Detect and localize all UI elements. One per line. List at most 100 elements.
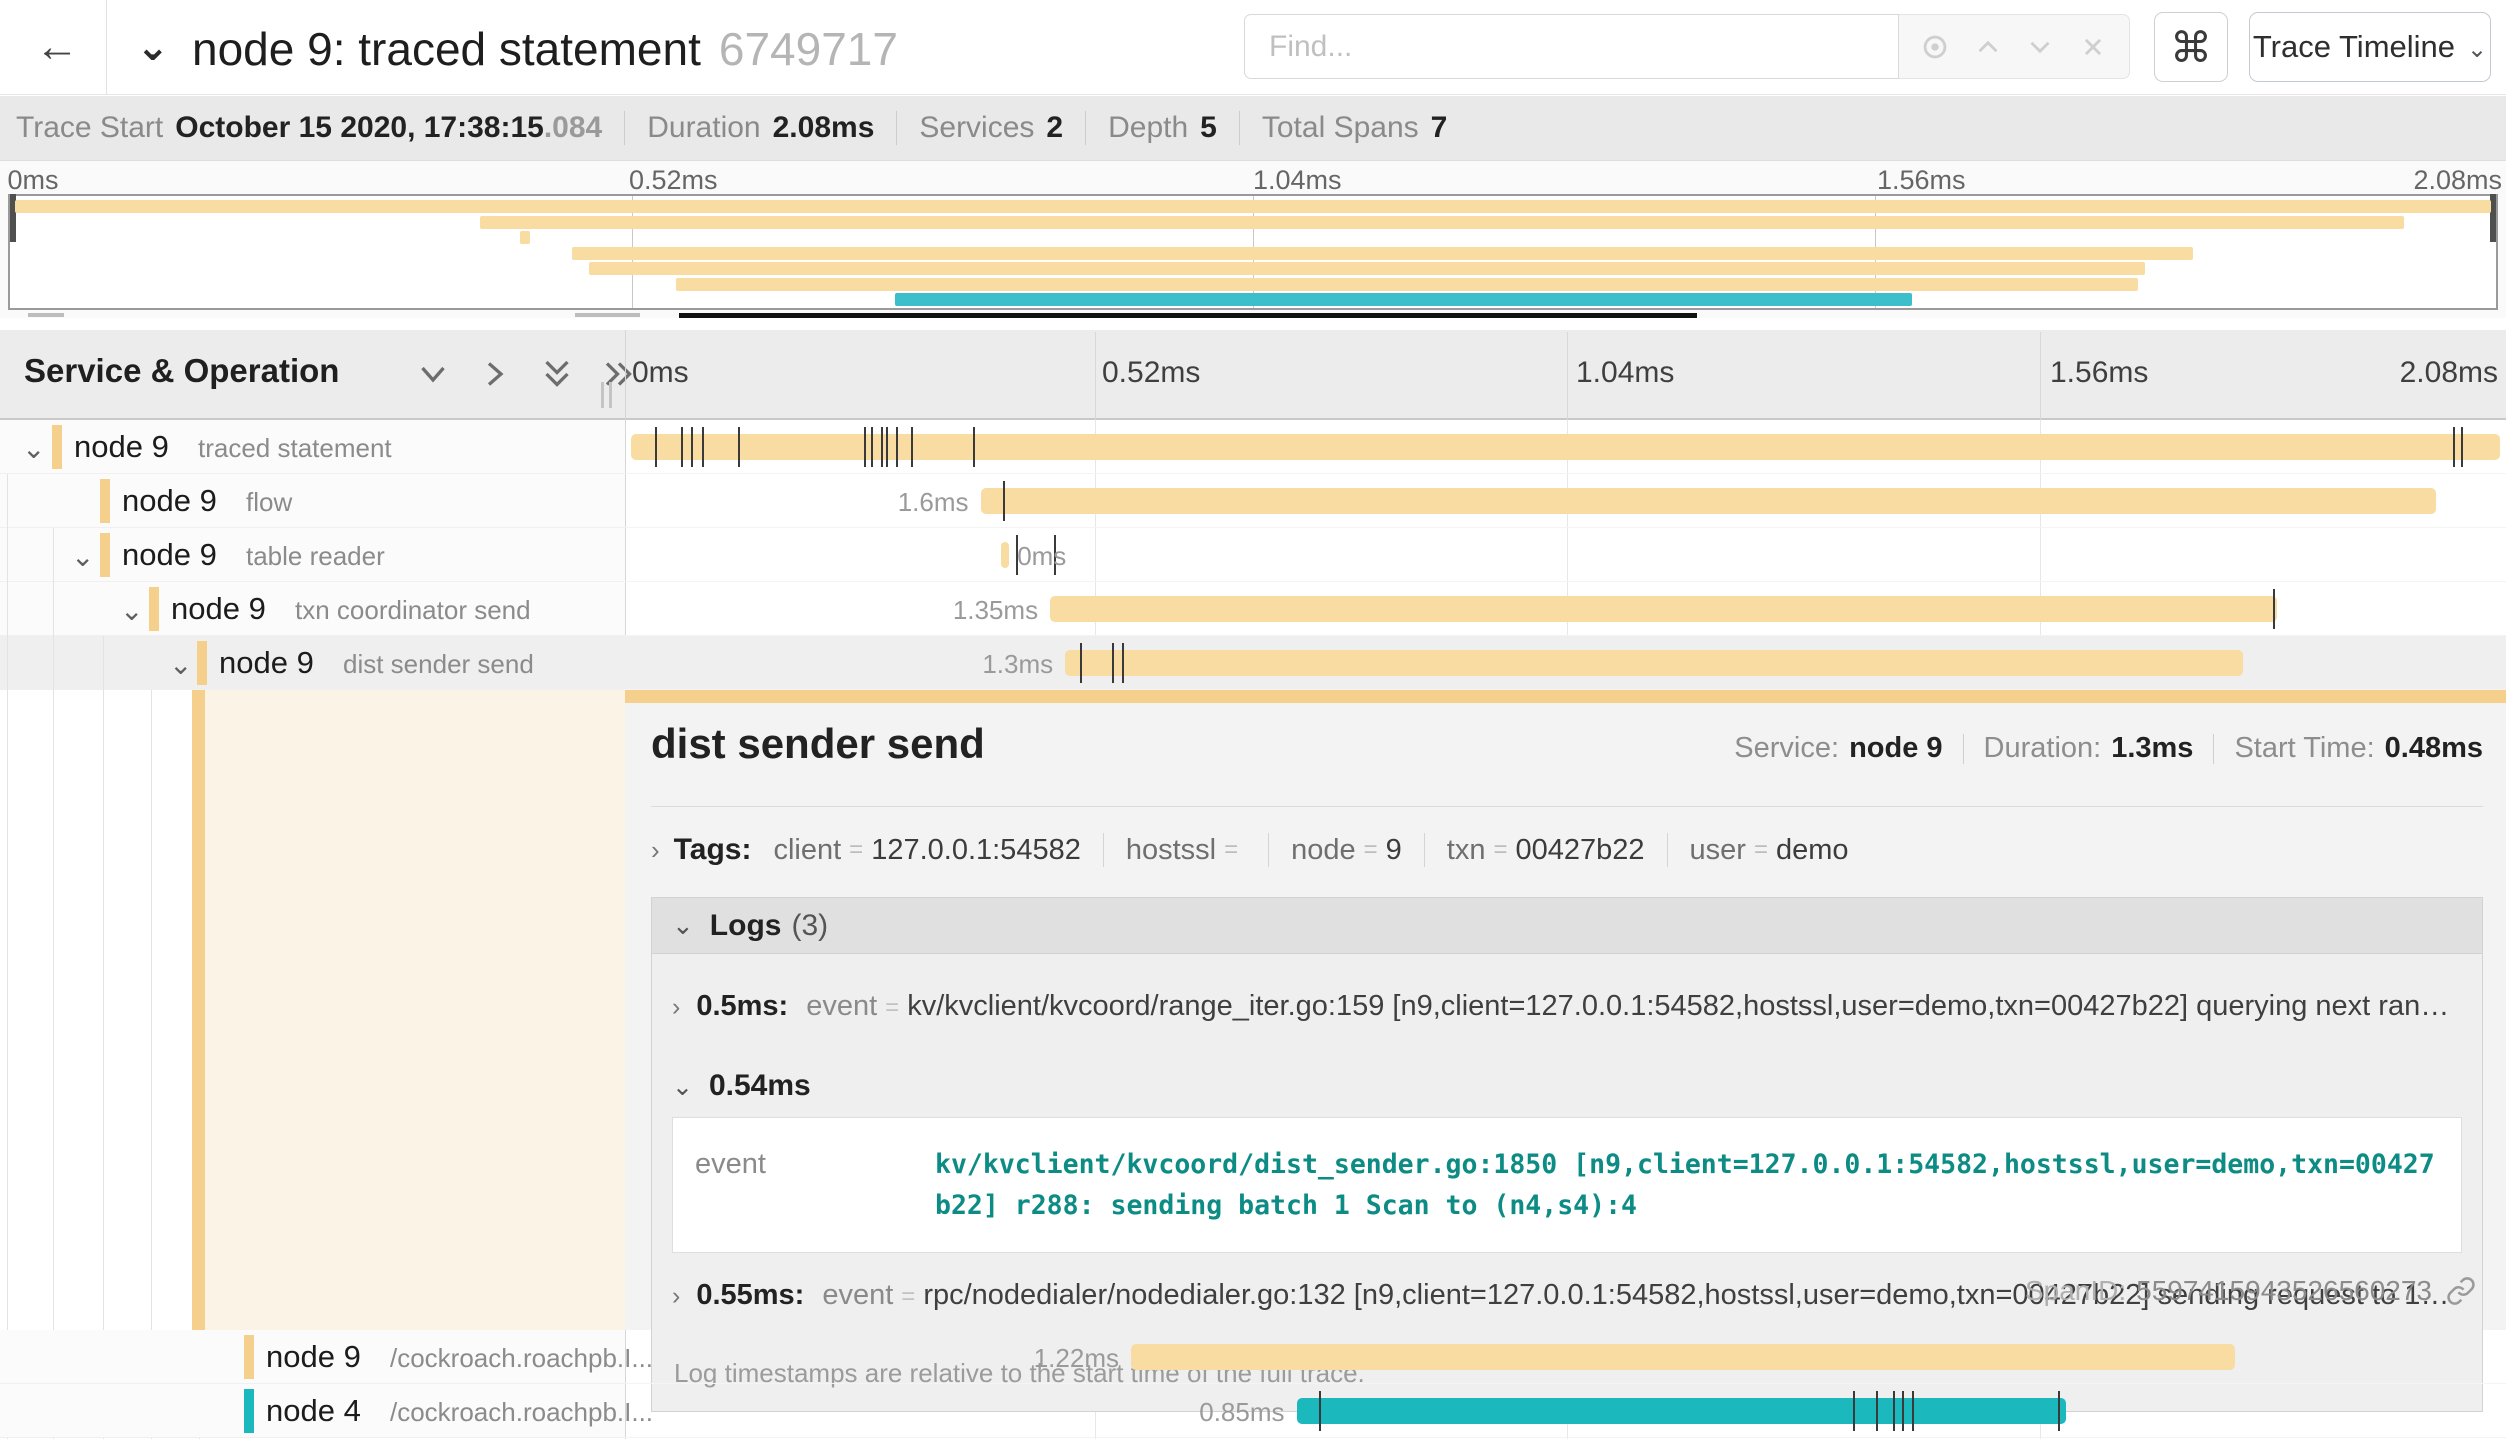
find-next-icon[interactable] bbox=[2023, 30, 2057, 64]
span-log-tick bbox=[691, 427, 693, 467]
span-bar[interactable] bbox=[1050, 596, 2276, 622]
span-timeline-cell[interactable]: 1.22ms bbox=[625, 1330, 2506, 1384]
span-timeline-cell[interactable] bbox=[625, 420, 2506, 474]
operation-name[interactable]: dist sender send bbox=[343, 649, 534, 680]
minimap-selection-underline bbox=[679, 313, 1697, 318]
span-name-cell[interactable]: node 9 flow bbox=[0, 474, 625, 528]
span-expander-icon[interactable]: ⌄ bbox=[120, 594, 143, 627]
span-log-tick bbox=[886, 427, 888, 467]
span-timeline-cell[interactable]: 0.85ms bbox=[625, 1384, 2506, 1438]
ruler-gridline bbox=[2040, 332, 2041, 420]
operation-name[interactable]: txn coordinator send bbox=[295, 595, 531, 626]
span-bar[interactable] bbox=[1131, 1344, 2235, 1370]
span-timeline-cell[interactable]: 1.6ms bbox=[625, 474, 2506, 528]
span-name-cell[interactable]: node 9/cockroach.roachpb.I... bbox=[0, 1330, 625, 1384]
span-name-cell[interactable]: ⌄ node 9 dist sender send bbox=[0, 636, 625, 690]
span-expander-icon[interactable]: ⌄ bbox=[71, 540, 94, 573]
span-row-flow[interactable]: node 9 flow 1.6ms bbox=[0, 474, 2506, 528]
tag-item: node=9 bbox=[1291, 834, 1402, 867]
span-detail-title: dist sender send bbox=[651, 720, 985, 768]
service-name[interactable]: node 9 bbox=[122, 537, 217, 573]
expand-one-icon[interactable] bbox=[477, 356, 513, 392]
keyboard-shortcuts-button[interactable]: ⌘ bbox=[2154, 12, 2228, 82]
operation-name[interactable]: traced statement bbox=[198, 433, 392, 464]
service-color-strip bbox=[149, 587, 159, 631]
tags-expand-icon[interactable]: › bbox=[651, 835, 660, 866]
span-log-tick bbox=[896, 427, 898, 467]
span-duration-label: 0.85ms bbox=[1199, 1397, 1284, 1428]
service-name[interactable]: node 9 bbox=[171, 591, 266, 627]
service-name[interactable]: node 9 bbox=[74, 429, 169, 465]
detail-divider bbox=[651, 806, 2483, 807]
minimap-ruler-label: 2.08ms bbox=[2413, 165, 2502, 196]
span-duration-label: 1.3ms bbox=[982, 649, 1053, 680]
log-entry-detail-card: eventkv/kvclient/kvcoord/dist_sender.go:… bbox=[672, 1117, 2462, 1253]
span-bar[interactable] bbox=[981, 488, 2437, 514]
minimap-span-bar bbox=[572, 247, 2193, 260]
minimap-span-bar bbox=[676, 278, 2138, 291]
find-controls bbox=[1899, 14, 2130, 79]
span-name-cell[interactable]: node 4/cockroach.roachpb.I... bbox=[0, 1384, 625, 1438]
service-name[interactable]: node 4 bbox=[266, 1393, 361, 1429]
span-log-tick bbox=[1319, 1391, 1321, 1431]
span-name-cell[interactable]: ⌄ node 9 table reader bbox=[0, 528, 625, 582]
tag-separator bbox=[1424, 833, 1425, 867]
span-expander-icon[interactable]: ⌄ bbox=[22, 432, 45, 465]
span-log-tick bbox=[1912, 1391, 1914, 1431]
logs-header[interactable]: ⌄ Logs (3) bbox=[652, 898, 2482, 954]
summary-item: Depth5 bbox=[1108, 111, 1217, 145]
tags-row[interactable]: › Tags: client=127.0.0.1:54582hostssl=no… bbox=[651, 833, 2483, 867]
log-entry[interactable]: ›0.5ms:event=kv/kvclient/kvcoord/range_i… bbox=[668, 964, 2466, 1049]
span-row-traced-statement[interactable]: ⌄ node 9 traced statement bbox=[0, 420, 2506, 474]
operation-name[interactable]: flow bbox=[246, 487, 292, 518]
span-row--cockroach-roachpb-i-[interactable]: node 4/cockroach.roachpb.I... 0.85ms bbox=[0, 1384, 2506, 1438]
find-box bbox=[1244, 14, 1899, 79]
span-expander-icon[interactable]: ⌄ bbox=[169, 648, 192, 681]
timeline-ruler-label: 0.52ms bbox=[1102, 356, 1200, 390]
span-log-tick bbox=[738, 427, 740, 467]
tags-label: Tags: bbox=[674, 833, 752, 867]
find-prev-icon[interactable] bbox=[1971, 30, 2005, 64]
column-resize-handle[interactable] bbox=[601, 382, 612, 408]
summary-item: Services2 bbox=[919, 111, 1063, 145]
span-timeline-cell[interactable]: 0ms bbox=[625, 528, 2506, 582]
service-name[interactable]: node 9 bbox=[266, 1339, 361, 1375]
operation-name[interactable]: /cockroach.roachpb.I... bbox=[390, 1397, 653, 1428]
find-input[interactable] bbox=[1245, 15, 1898, 78]
span-timeline-cell[interactable]: 1.35ms bbox=[625, 582, 2506, 636]
span-bar[interactable] bbox=[1001, 542, 1009, 568]
find-clear-icon[interactable] bbox=[2076, 30, 2110, 64]
span-row-dist-sender-send[interactable]: ⌄ node 9 dist sender send 1.3ms bbox=[0, 636, 2506, 690]
summary-separator bbox=[896, 111, 897, 145]
span-rows-bottom: node 9/cockroach.roachpb.I...1.22msnode … bbox=[0, 1330, 2506, 1439]
minimap-ruler-label: 1.04ms bbox=[1253, 165, 1342, 196]
deep-link-icon[interactable] bbox=[2446, 1276, 2476, 1306]
span-row-table-reader[interactable]: ⌄ node 9 table reader 0ms bbox=[0, 528, 2506, 582]
trace-view: ← ⌄ node 9: traced statement6749717 ⌘ Tr… bbox=[0, 0, 2506, 1439]
log-entry-expanded-header[interactable]: ⌄0.54ms bbox=[668, 1049, 2466, 1117]
span-bar[interactable] bbox=[1297, 1398, 2066, 1424]
operation-name[interactable]: /cockroach.roachpb.I... bbox=[390, 1343, 653, 1374]
span-log-tick bbox=[1122, 643, 1124, 683]
trace-collapse-chevron-icon[interactable]: ⌄ bbox=[136, 24, 170, 70]
trace-view-selector[interactable]: Trace Timeline ⌄ bbox=[2249, 12, 2491, 82]
service-name[interactable]: node 9 bbox=[122, 483, 217, 519]
operation-name[interactable]: table reader bbox=[246, 541, 385, 572]
span-row--cockroach-roachpb-i-[interactable]: node 9/cockroach.roachpb.I...1.22ms bbox=[0, 1330, 2506, 1384]
minimap-ruler: 0ms0.52ms1.04ms1.56ms2.08ms bbox=[0, 165, 2506, 193]
trace-view-selector-label: Trace Timeline bbox=[2253, 29, 2455, 65]
locate-icon[interactable] bbox=[1918, 30, 1952, 64]
collapse-one-icon[interactable] bbox=[415, 356, 451, 392]
collapse-all-icon[interactable] bbox=[539, 356, 575, 392]
span-name-cell[interactable]: ⌄ node 9 traced statement bbox=[0, 420, 625, 474]
span-bar[interactable] bbox=[1065, 650, 2243, 676]
header-divider bbox=[106, 0, 107, 95]
span-timeline-cell[interactable]: 1.3ms bbox=[625, 636, 2506, 690]
back-button[interactable]: ← bbox=[28, 18, 86, 76]
minimap-viewport[interactable] bbox=[8, 194, 2498, 310]
span-name-cell[interactable]: ⌄ node 9 txn coordinator send bbox=[0, 582, 625, 636]
span-log-tick bbox=[1080, 643, 1082, 683]
service-name[interactable]: node 9 bbox=[219, 645, 314, 681]
span-row-txn-coordinator-send[interactable]: ⌄ node 9 txn coordinator send 1.35ms bbox=[0, 582, 2506, 636]
span-log-tick bbox=[702, 427, 704, 467]
